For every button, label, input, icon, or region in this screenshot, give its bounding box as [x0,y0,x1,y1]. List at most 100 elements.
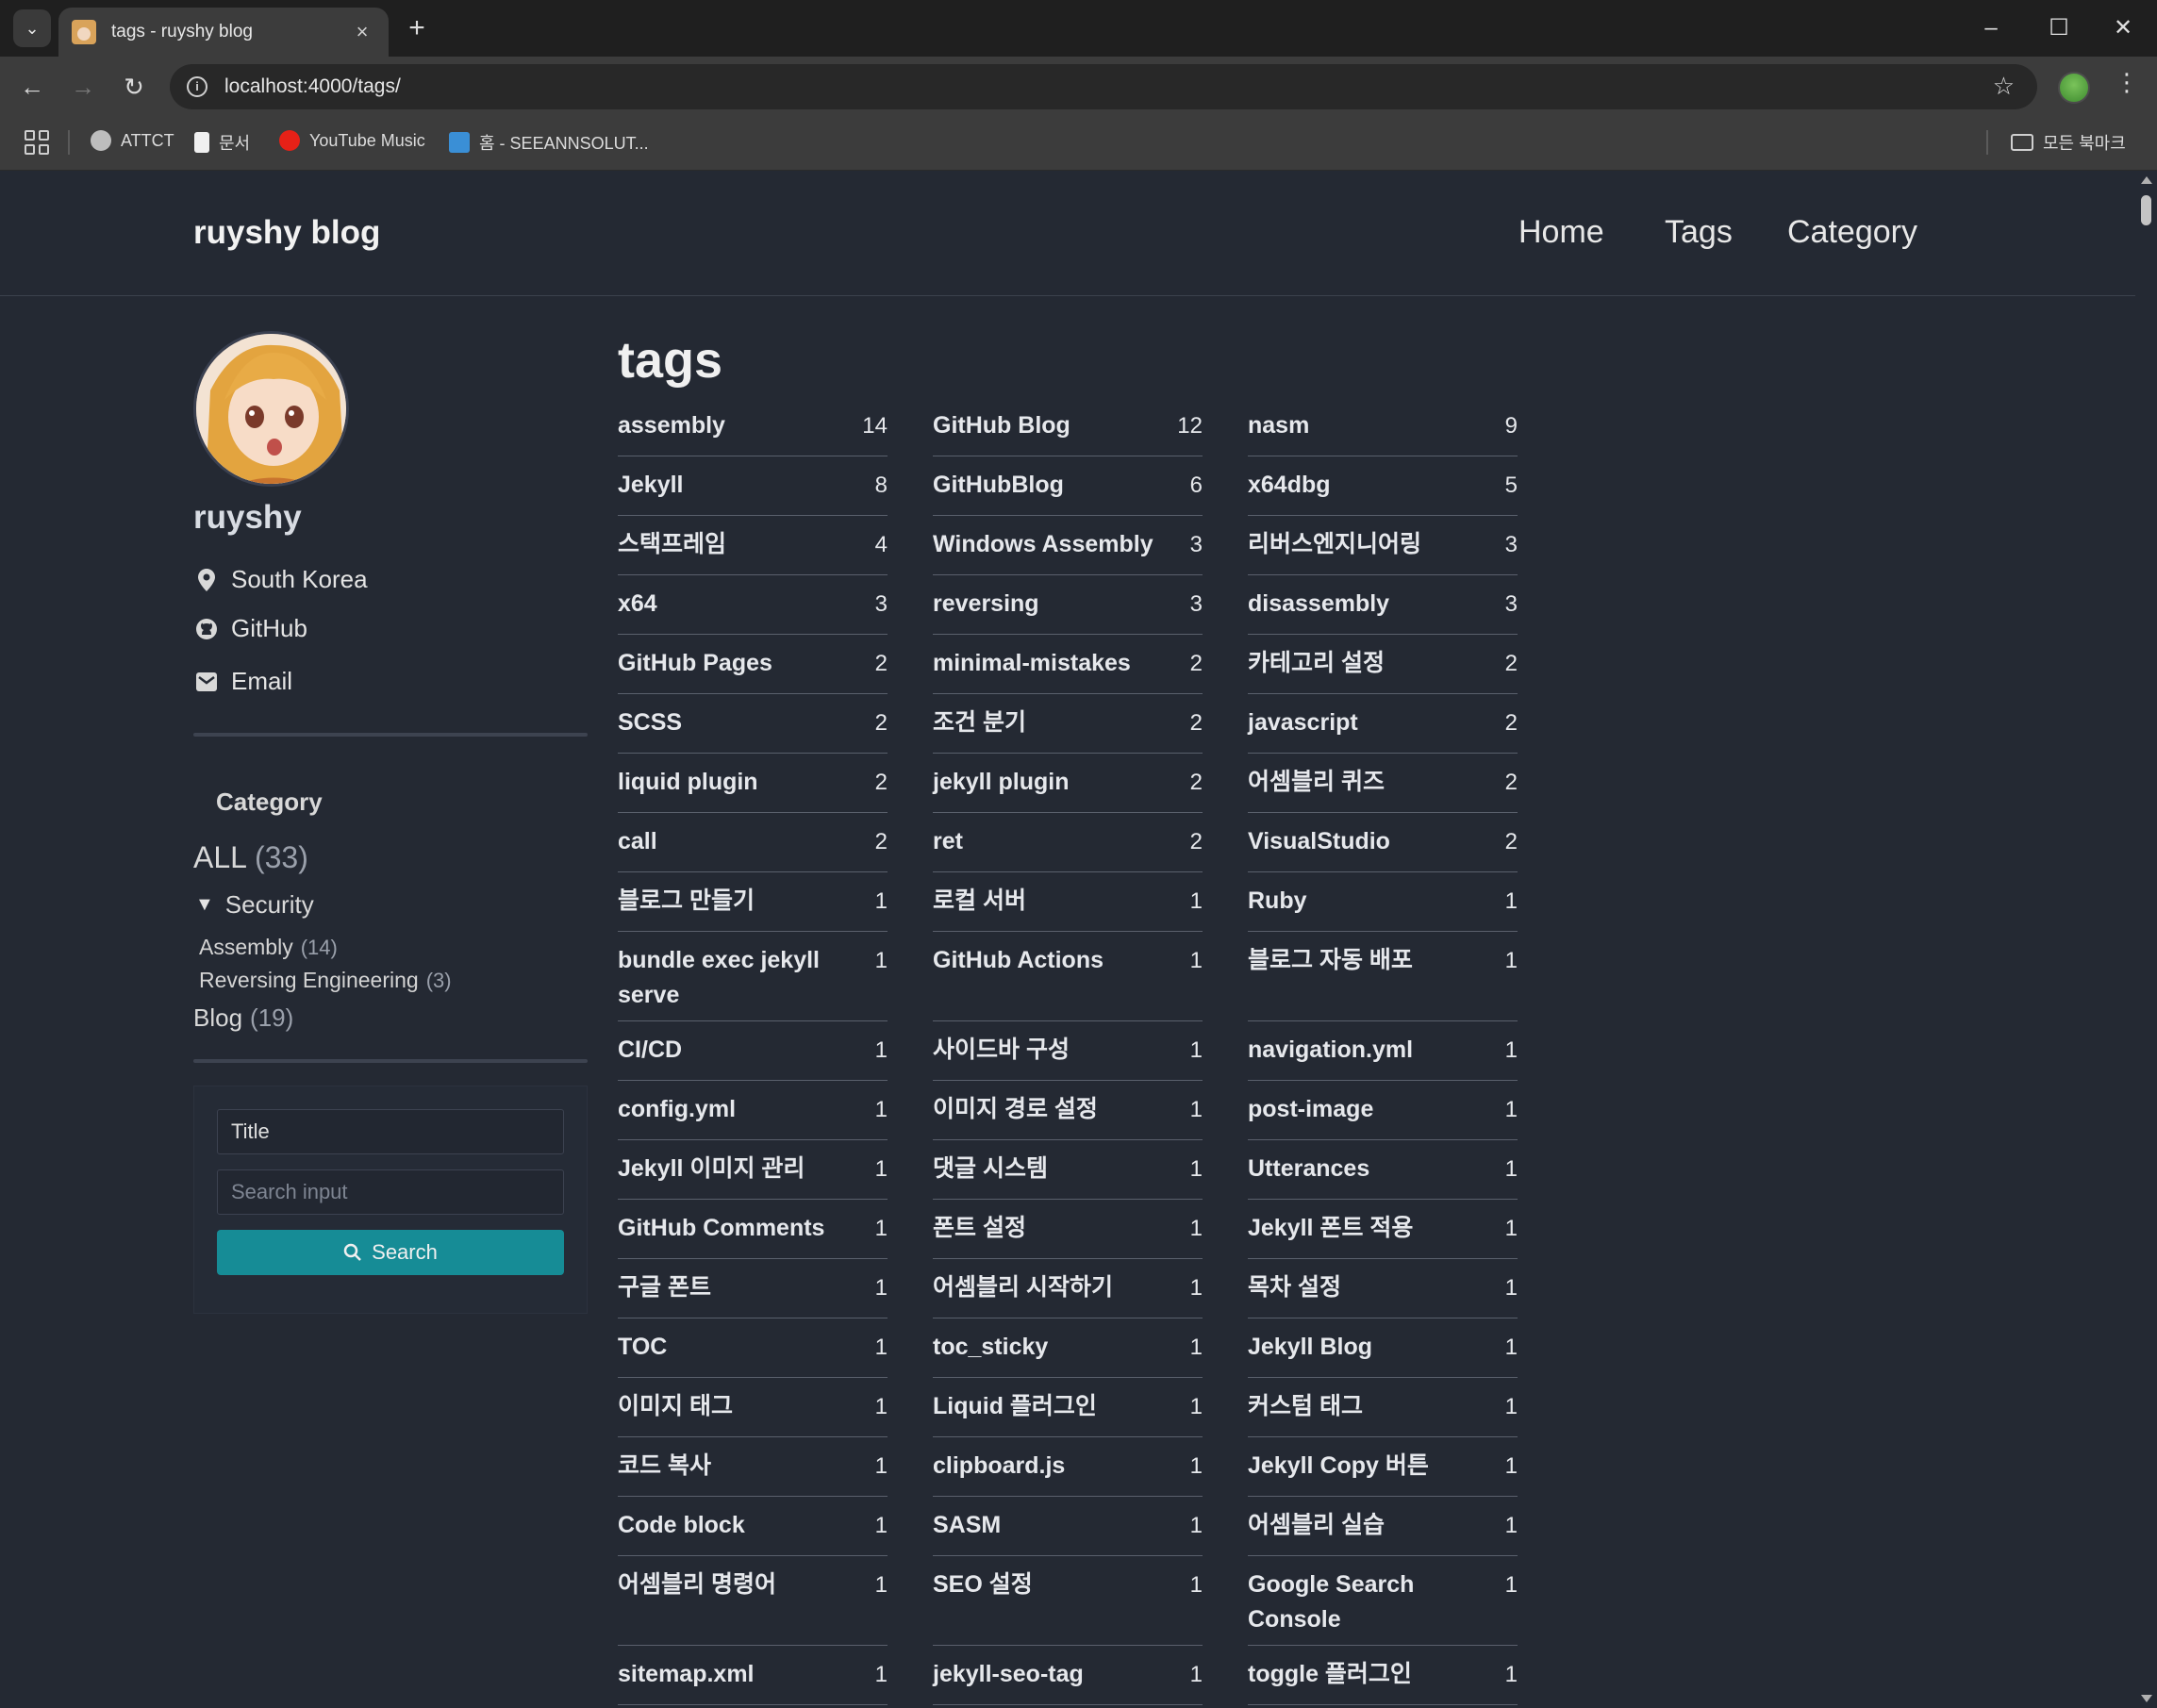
profile-avatar[interactable] [2058,72,2090,104]
tag-item[interactable]: SEO 설정 1 [933,1556,1203,1646]
tag-item[interactable]: javascript 2 [1248,694,1518,754]
tag-item[interactable]: 목차 설정 1 [1248,1259,1518,1318]
scroll-down-icon[interactable] [2141,1695,2152,1702]
tag-item[interactable]: clipboard.js 1 [933,1437,1203,1497]
tag-item[interactable]: sitemap.xml 1 [618,1646,888,1705]
tag-item[interactable]: SASM 1 [933,1497,1203,1556]
tag-item[interactable]: jekyll plugin 2 [933,754,1203,813]
tag-item[interactable]: Jekyll 폰트 적용 1 [1248,1200,1518,1259]
tag-item[interactable]: navigation.yml 1 [1248,1021,1518,1081]
tag-item[interactable]: 어셈블리 실습 1 [1248,1497,1518,1556]
forward-button[interactable]: → [64,68,102,106]
reload-button[interactable]: ↻ [115,68,153,106]
tag-item[interactable]: disassembly 3 [1248,575,1518,635]
category-blog[interactable]: Blog (19) [193,1003,293,1033]
bookmark-youtube-music[interactable]: YouTube Music [279,130,425,151]
scrollbar[interactable] [2135,171,2157,1708]
bookmark-attct[interactable]: ATTCT [91,130,174,151]
tag-item[interactable]: x64dbg 5 [1248,456,1518,516]
tag-item[interactable]: CI/CD 1 [618,1021,888,1081]
tag-item[interactable]: 폰트 설정 1 [933,1200,1203,1259]
all-bookmarks-button[interactable]: 모든 북마크 [2011,130,2126,155]
tag-item[interactable]: 어셈블리 시작하기 1 [933,1259,1203,1318]
tag-item[interactable]: liquid plugin 2 [618,754,888,813]
tag-item[interactable]: SCSS 2 [618,694,888,754]
tag-item[interactable]: 이미지 태그 1 [618,1378,888,1437]
scroll-up-icon[interactable] [2141,176,2152,184]
tag-item[interactable]: Jekyll 이미지 관리 1 [618,1140,888,1200]
tag-item[interactable]: config.yml 1 [618,1081,888,1140]
bookmark-home[interactable]: 홈 - SEEANNSOLUT... [449,130,649,155]
tag-item[interactable]: toggle 플러그인 1 [1248,1646,1518,1705]
window-close-button[interactable]: ✕ [2099,8,2147,49]
tag-item[interactable]: VisualStudio 2 [1248,813,1518,872]
tag-item[interactable]: ret 2 [933,813,1203,872]
browser-tab[interactable]: tags - ruyshy blog × [58,8,389,57]
tag-item[interactable]: jekyll-seo-tag 1 [933,1646,1203,1705]
tag-item[interactable]: TOC 1 [618,1318,888,1378]
tag-item[interactable]: assembly 14 [618,397,888,456]
address-bar[interactable]: i localhost:4000/tags/ ☆ [170,64,2037,109]
tag-item[interactable]: 댓글 시스템 1 [933,1140,1203,1200]
tag-item[interactable]: GitHubBlog 6 [933,456,1203,516]
category-assembly[interactable]: Assembly (14) [199,935,338,960]
bookmark-docs[interactable]: 문서 [194,130,250,155]
maximize-button[interactable]: ☐ [2035,8,2082,49]
tag-item[interactable]: 블로그 만들기 1 [618,872,888,932]
nav-tags[interactable]: Tags [1665,214,1733,251]
tag-item[interactable]: toc_sticky 1 [933,1318,1203,1378]
tag-item[interactable]: 구글 폰트 1 [618,1259,888,1318]
tag-item[interactable]: bundle exec jekyll serve 1 [618,932,888,1021]
tag-item[interactable]: 이미지 경로 설정 1 [933,1081,1203,1140]
site-title[interactable]: ruyshy blog [193,214,380,252]
tag-item[interactable]: 커스텀 태그 1 [1248,1378,1518,1437]
info-icon[interactable]: i [187,76,207,97]
nav-home[interactable]: Home [1518,214,1604,251]
search-type-select[interactable]: Title [217,1109,564,1154]
tag-item[interactable]: 코드 복사 1 [618,1437,888,1497]
star-icon[interactable]: ☆ [1993,72,2015,101]
tag-item[interactable]: GitHub Blog 12 [933,397,1203,456]
author-email-link[interactable]: Email [195,667,292,696]
tag-item[interactable]: 어셈블리 명령어 1 [618,1556,888,1646]
tag-item[interactable]: x64 3 [618,575,888,635]
tag-item[interactable]: 로컬 서버 1 [933,872,1203,932]
tag-item[interactable]: 카테고리 설정 2 [1248,635,1518,694]
tag-item[interactable]: Windows Assembly 3 [933,516,1203,575]
new-tab-button[interactable]: + [400,11,434,45]
close-icon[interactable]: × [349,20,375,44]
tag-item[interactable]: 스택프레임 4 [618,516,888,575]
more-vert-icon[interactable]: ⋮ [2113,68,2141,97]
apps-grid-icon[interactable] [25,130,49,155]
category-security[interactable]: ▼ Security [195,890,314,920]
search-button[interactable]: Search [217,1230,564,1275]
back-button[interactable]: ← [13,68,51,106]
tag-item[interactable]: Liquid 플러그인 1 [933,1378,1203,1437]
tag-item[interactable]: Google Search Console 1 [1248,1556,1518,1646]
minimize-button[interactable]: – [1967,8,2015,49]
url-text[interactable]: localhost:4000/tags/ [224,75,401,98]
tag-item[interactable]: 조건 분기 2 [933,694,1203,754]
tab-list-button[interactable]: ⌄ [13,9,51,47]
tag-item[interactable]: Code block 1 [618,1497,888,1556]
tag-item[interactable]: nasm 9 [1248,397,1518,456]
tag-item[interactable]: GitHub Pages 2 [618,635,888,694]
tag-item[interactable]: Jekyll Copy 버튼 1 [1248,1437,1518,1497]
tag-item[interactable]: 블로그 자동 배포 1 [1248,932,1518,1021]
scrollbar-thumb[interactable] [2141,195,2151,225]
tag-item[interactable]: reversing 3 [933,575,1203,635]
tag-item[interactable]: GitHub Comments 1 [618,1200,888,1259]
tag-item[interactable]: Utterances 1 [1248,1140,1518,1200]
tag-item[interactable]: 사이드바 구성 1 [933,1021,1203,1081]
tag-item[interactable]: 어셈블리 퀴즈 2 [1248,754,1518,813]
tag-item[interactable]: call 2 [618,813,888,872]
tag-item[interactable]: Jekyll 8 [618,456,888,516]
category-reversing-engineering[interactable]: Reversing Engineering (3) [199,968,452,993]
search-input[interactable]: Search input [217,1169,564,1215]
category-all[interactable]: ALL (33) [193,840,308,875]
tag-item[interactable]: 리버스엔지니어링 3 [1248,516,1518,575]
author-github-link[interactable]: GitHub [195,614,307,643]
nav-category[interactable]: Category [1787,214,1917,251]
tag-item[interactable]: post-image 1 [1248,1081,1518,1140]
tag-item[interactable]: GitHub Actions 1 [933,932,1203,1021]
